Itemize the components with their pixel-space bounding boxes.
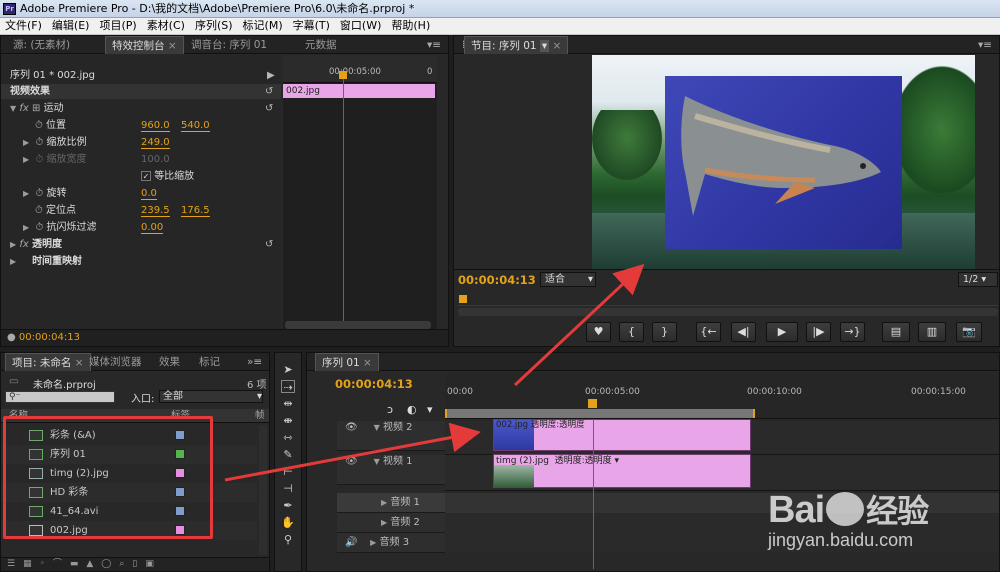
watermark-url: jingyan.baidu.com bbox=[768, 530, 914, 550]
baidu-watermark: Bai 经验 bbox=[768, 486, 929, 532]
watermark-brand-cn: 经验 bbox=[866, 493, 929, 529]
paw-icon bbox=[826, 492, 865, 526]
watermark-brand: Bai bbox=[768, 489, 825, 531]
